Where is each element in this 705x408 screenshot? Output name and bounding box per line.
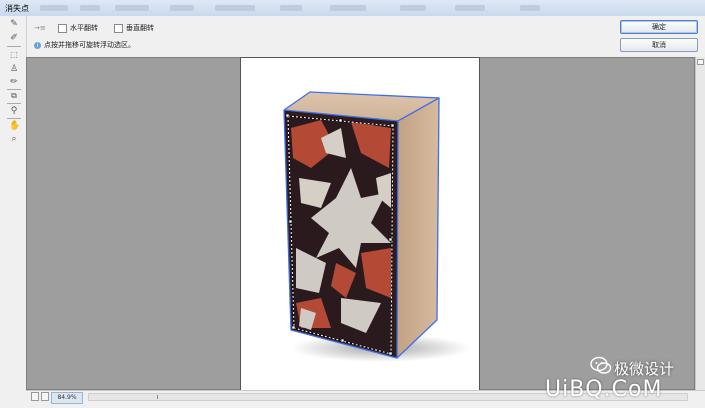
hint-message: i 点按并拖移可旋转浮动选区。 bbox=[34, 40, 135, 50]
hint-text: 点按并拖移可旋转浮动选区。 bbox=[44, 41, 135, 49]
ok-button[interactable]: 确定 bbox=[620, 20, 698, 34]
zoom-icon[interactable]: ⌕ bbox=[9, 134, 19, 144]
create-plane-icon[interactable]: ✐ bbox=[9, 33, 19, 43]
zoom-level[interactable]: 84.9% bbox=[51, 392, 83, 404]
brush-icon[interactable]: ✏ bbox=[9, 77, 19, 87]
watermark-site-name: 极微设计 bbox=[614, 360, 675, 378]
hand-icon[interactable]: ✋ bbox=[9, 121, 20, 131]
checkbox-box[interactable] bbox=[114, 23, 123, 33]
edit-plane-icon[interactable]: ✎ bbox=[9, 19, 19, 29]
wechat-icon bbox=[590, 356, 612, 374]
eyedropper-icon[interactable]: ⚲ bbox=[9, 106, 19, 116]
cancel-button[interactable]: 取消 bbox=[620, 38, 698, 52]
zoom-out-button[interactable] bbox=[31, 392, 39, 401]
flip-horizontal-checkbox[interactable]: 水平翻转 bbox=[58, 23, 98, 33]
box-side-face bbox=[397, 98, 439, 358]
marquee-icon[interactable]: ⬚ bbox=[9, 50, 19, 60]
vertical-scrollbar[interactable] bbox=[695, 57, 705, 390]
stamp-icon[interactable]: ♙ bbox=[9, 64, 19, 74]
document-canvas[interactable] bbox=[240, 57, 480, 391]
options-bar: →≡ 水平翻转 垂直翻转 bbox=[0, 16, 705, 56]
checkbox-box[interactable] bbox=[58, 23, 67, 33]
zoom-in-button[interactable] bbox=[41, 392, 49, 401]
transform-icon[interactable]: ⧉ bbox=[9, 91, 19, 101]
info-icon: i bbox=[34, 41, 41, 49]
flip-horizontal-label: 水平翻转 bbox=[70, 24, 98, 32]
window-title: 消失点 bbox=[5, 4, 29, 13]
move-mode-icon[interactable]: →≡ bbox=[34, 24, 46, 32]
watermark-logo: UiBQ.CoM bbox=[545, 377, 663, 402]
flip-vertical-label: 垂直翻转 bbox=[126, 24, 154, 32]
title-bar: 消失点 bbox=[0, 0, 705, 17]
cabinet-image bbox=[283, 91, 471, 362]
flip-vertical-checkbox[interactable]: 垂直翻转 bbox=[114, 23, 154, 33]
